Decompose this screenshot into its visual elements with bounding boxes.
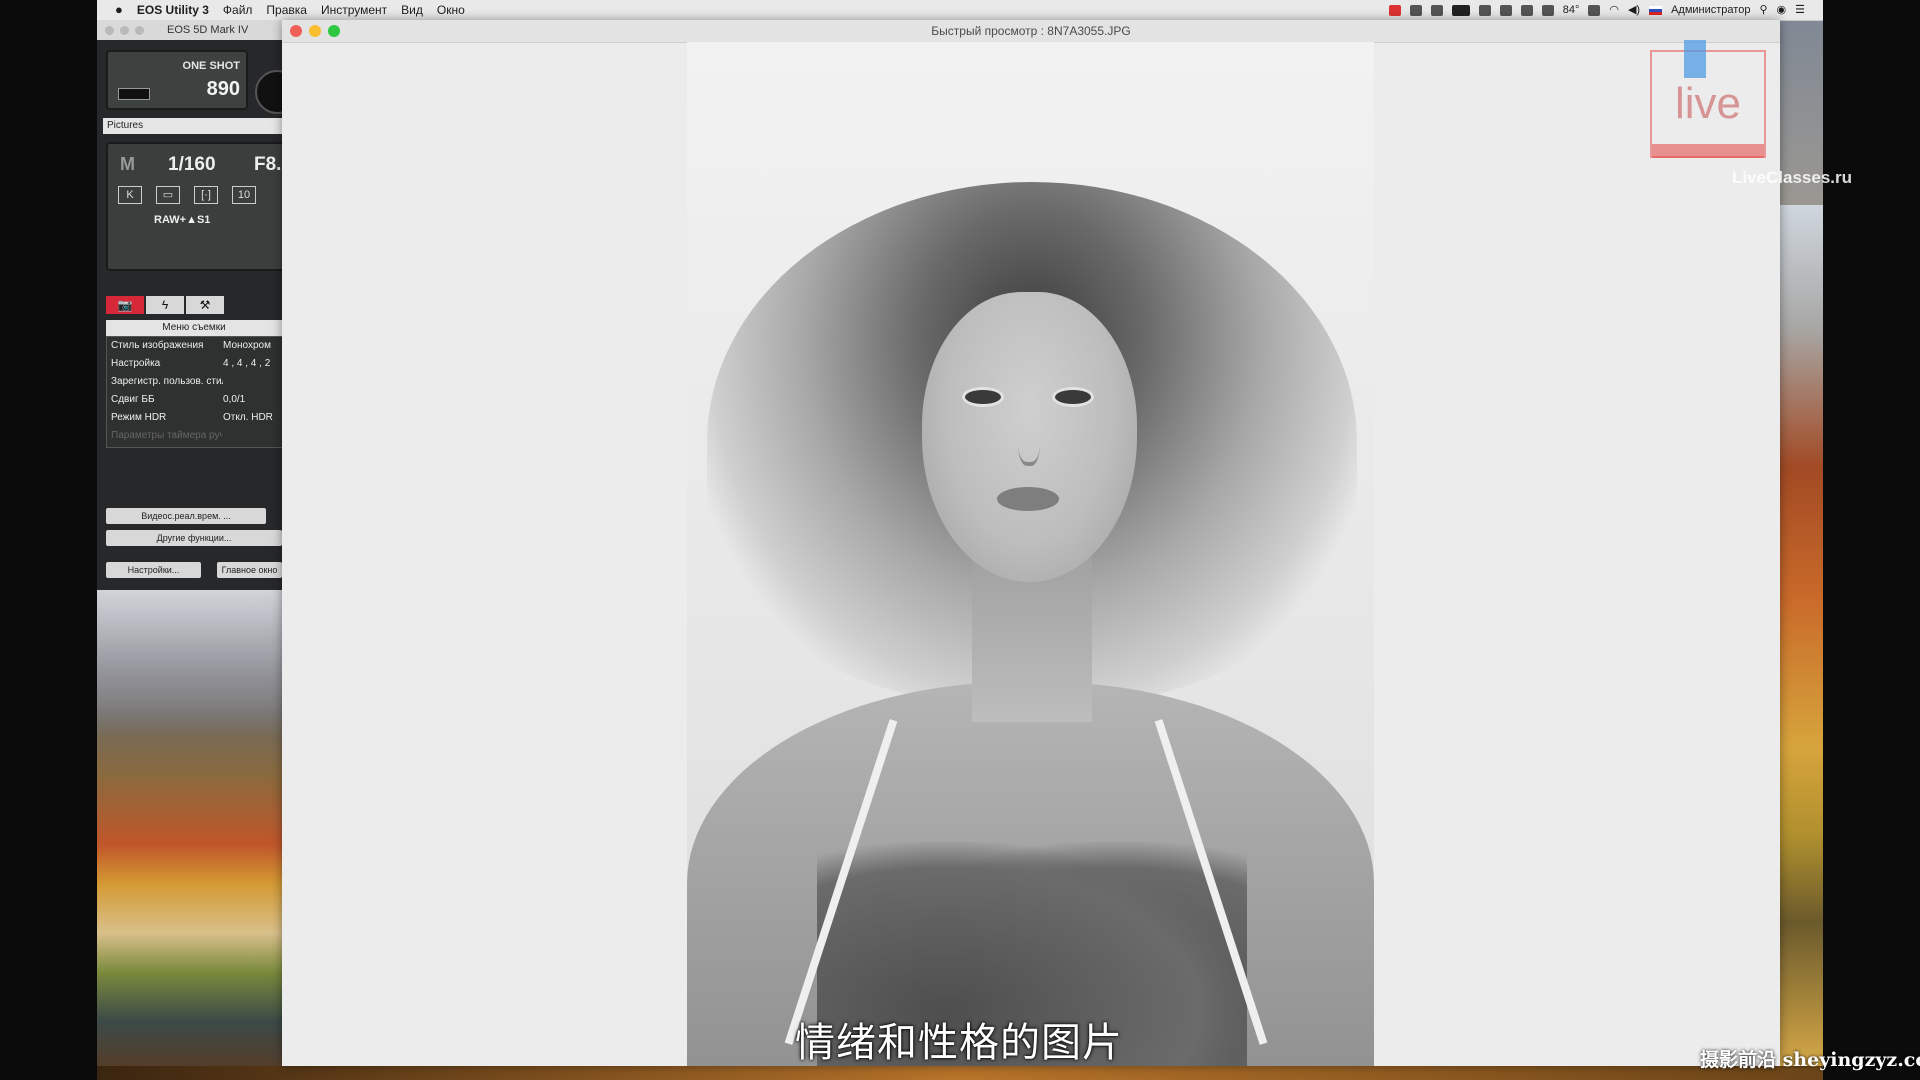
apple-menu-icon[interactable]: ● — [115, 0, 123, 20]
menu-row-key: Сдвиг ББ — [111, 394, 155, 405]
eos-zoom-button[interactable] — [135, 26, 144, 35]
monitor-icon[interactable] — [1451, 4, 1470, 16]
memory-icon[interactable] — [1520, 4, 1533, 16]
tab-flash-icon[interactable]: ϟ — [146, 296, 184, 314]
shooting-menu-title: Меню съемки — [106, 320, 282, 336]
aperture-value[interactable]: F8. — [254, 154, 281, 176]
liveview-button[interactable]: Видеос.реал.врем. ... — [106, 508, 266, 524]
video-subtitle: 情绪和性格的图片 — [795, 1021, 1123, 1065]
quick-look-window: Быстрый просмотр : 8N7A3055.JPG — [282, 20, 1780, 1066]
menu-row-value: 0,0/1 — [223, 394, 246, 405]
menu-row-key: Настройка — [111, 358, 161, 369]
menu-row-key: Зарегистр. пользов. стиль — [111, 376, 223, 387]
menu-row-setting[interactable]: Настройка 4 , 4 , 4 , 2 — [107, 355, 282, 373]
white-balance-icon[interactable]: K — [118, 186, 142, 204]
menu-row-key: Параметры таймера руч.видеосъемки — [111, 430, 223, 441]
logo-text: live — [1674, 79, 1742, 128]
menu-tools[interactable]: Инструмент — [321, 0, 387, 20]
image-quality[interactable]: RAW+▲S1 — [154, 214, 210, 226]
network-icon[interactable] — [1541, 4, 1554, 16]
eos-tab-bar: 📷 ϟ ⚒ — [106, 296, 224, 314]
photo-eye — [962, 387, 1004, 407]
shots-remaining: 890 — [206, 78, 240, 100]
preview-photo — [687, 42, 1374, 1066]
cpu-icon[interactable] — [1499, 4, 1512, 16]
bluetooth-icon[interactable] — [1588, 4, 1601, 16]
logo-accent — [1684, 40, 1706, 78]
eos-close-button[interactable] — [105, 26, 114, 35]
photo-face — [922, 292, 1137, 582]
menu-row-value: 4 , 4 , 4 , 2 — [223, 358, 271, 369]
iso-value[interactable]: 10 — [232, 186, 256, 204]
shooting-menu-list: Стиль изображения Монохром Настройка 4 , 4… — [106, 336, 282, 448]
shooting-mode[interactable]: M — [120, 154, 135, 175]
menu-row-value — [223, 373, 282, 391]
eos-window-titlebar: EOS 5D Mark IV — [97, 20, 282, 40]
menu-row-value: Монохром — [223, 340, 271, 351]
menu-row-user-style[interactable]: Зарегистр. пользов. стиль — [107, 373, 282, 391]
shutter-speed[interactable]: 1/160 — [168, 154, 216, 176]
mode-dial-icon[interactable] — [255, 70, 282, 114]
siri-icon[interactable]: ◉ — [1777, 0, 1787, 20]
quick-look-title: Быстрый просмотр : 8N7A3055.JPG — [931, 24, 1131, 38]
preferences-button[interactable]: Настройки... — [106, 562, 201, 578]
menu-file[interactable]: Файл — [223, 0, 253, 20]
menu-row-value: Откл. HDR — [223, 412, 273, 423]
af-mode-label: ONE SHOT — [182, 60, 240, 72]
desktop-wallpaper-left — [97, 590, 287, 1080]
drive-mode-icon[interactable]: ▭ — [156, 186, 180, 204]
desktop-wallpaper-bottom — [97, 1066, 1823, 1080]
eos-utility-panel: EOS 5D Mark IV ONE SHOT 890 Pictures M 1… — [97, 20, 282, 590]
photo-lips — [997, 487, 1059, 511]
menu-row-hdr[interactable]: Режим HDR Откл. HDR — [107, 409, 282, 427]
menu-view[interactable]: Вид — [401, 0, 423, 20]
input-language-flag-icon[interactable] — [1649, 5, 1663, 15]
menu-window[interactable]: Окно — [437, 0, 465, 20]
watermark: 摄影前沿 sheyingzyz.com — [1700, 1049, 1920, 1071]
menu-row-wb-shift[interactable]: Сдвиг ББ 0,0/1 — [107, 391, 282, 409]
wifi-icon[interactable]: ◠ — [1609, 0, 1619, 20]
menu-bar: ● EOS Utility 3 Файл Правка Инструмент В… — [97, 0, 1823, 21]
shooting-settings-panel: M 1/160 F8. K ▭ [·] 10 RAW+▲S1 — [106, 142, 282, 271]
menu-row-value — [223, 427, 282, 445]
notification-center-icon[interactable]: ☰ — [1795, 0, 1805, 20]
live-classes-site: LiveClasses.ru — [1732, 168, 1853, 187]
menu-edit[interactable]: Правка — [266, 0, 307, 20]
window-controls — [290, 25, 340, 37]
metering-icon[interactable]: [·] — [194, 186, 218, 204]
menu-row-key: Стиль изображения — [111, 340, 204, 351]
spotlight-search-icon[interactable]: ⚲ — [1759, 0, 1767, 20]
menu-row-picture-style[interactable]: Стиль изображения Монохром — [107, 337, 282, 355]
main-window-button[interactable]: Главное окно — [217, 562, 282, 578]
eos-window-controls — [105, 26, 144, 35]
volume-icon[interactable]: ◀) — [1628, 0, 1640, 20]
photo-nose — [1018, 412, 1040, 466]
menu-row-timer: Параметры таймера руч.видеосъемки — [107, 427, 282, 445]
photo-eye — [1052, 387, 1094, 407]
close-button[interactable] — [290, 25, 302, 37]
user-name[interactable]: Администратор — [1671, 0, 1750, 20]
battery-icon — [118, 88, 150, 100]
eos-minimize-button[interactable] — [120, 26, 129, 35]
sync-icon[interactable] — [1430, 4, 1443, 16]
status-app-icon[interactable] — [1388, 4, 1401, 16]
zoom-button[interactable] — [328, 25, 340, 37]
camera-lcd: ONE SHOT 890 — [106, 50, 248, 110]
other-functions-button[interactable]: Другие функции... — [106, 530, 282, 546]
live-classes-logo: live — [1650, 40, 1766, 158]
tab-shooting-camera-icon[interactable]: 📷 — [106, 296, 144, 314]
quick-look-titlebar: Быстрый просмотр : 8N7A3055.JPG — [282, 20, 1780, 43]
dropbox-icon[interactable] — [1409, 4, 1422, 16]
folder-label[interactable]: Pictures — [103, 118, 282, 134]
menu-app-name[interactable]: EOS Utility 3 — [137, 0, 209, 20]
menu-row-key: Режим HDR — [111, 412, 167, 423]
tab-tools-icon[interactable]: ⚒ — [186, 296, 224, 314]
desktop: ● EOS Utility 3 Файл Правка Инструмент В… — [97, 0, 1823, 1080]
cloud-icon[interactable] — [1478, 4, 1491, 16]
eos-window-title: EOS 5D Mark IV — [167, 24, 249, 36]
minimize-button[interactable] — [309, 25, 321, 37]
desktop-wallpaper-right — [1780, 205, 1823, 1080]
temperature-label[interactable]: 84° — [1563, 0, 1580, 20]
